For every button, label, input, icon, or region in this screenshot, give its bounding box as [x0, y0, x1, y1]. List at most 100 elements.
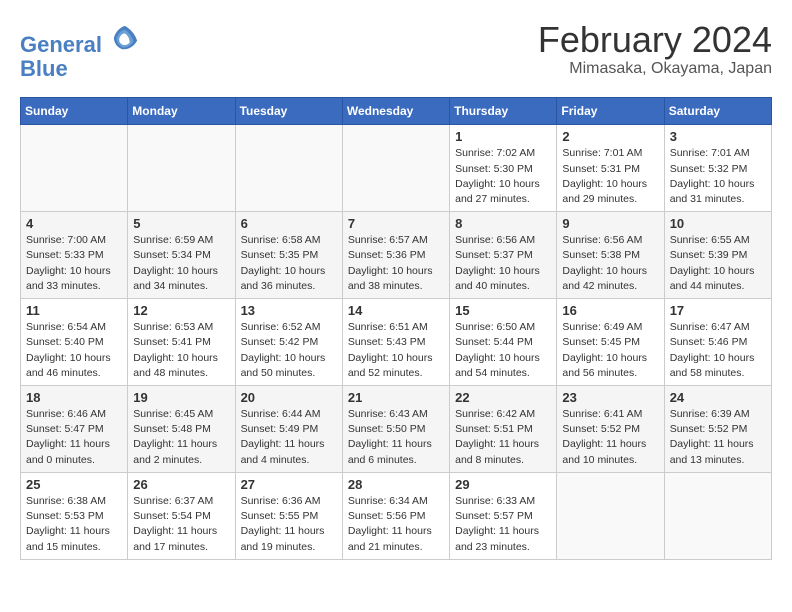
day-number: 18 — [26, 390, 122, 405]
day-info: Sunrise: 6:46 AMSunset: 5:47 PMDaylight:… — [26, 407, 122, 468]
day-number: 15 — [455, 303, 551, 318]
calendar-cell: 23 Sunrise: 6:41 AMSunset: 5:52 PMDayligh… — [557, 386, 664, 473]
calendar-cell: 5 Sunrise: 6:59 AMSunset: 5:34 PMDaylight… — [128, 212, 235, 299]
calendar-cell: 27Sunrise: 6:36 AMSunset: 5:55 PMDayligh… — [235, 472, 342, 559]
calendar-cell: 16 Sunrise: 6:49 AMSunset: 5:45 PMDayligh… — [557, 299, 664, 386]
calendar-cell: 7 Sunrise: 6:57 AMSunset: 5:36 PMDaylight… — [342, 212, 449, 299]
calendar-cell — [664, 472, 771, 559]
header-row: Sunday Monday Tuesday Wednesday Thursday… — [21, 98, 772, 125]
day-info: Sunrise: 6:52 AMSunset: 5:42 PMDaylight:… — [241, 320, 337, 381]
day-info: Sunrise: 6:36 AMSunset: 5:55 PMDaylight:… — [241, 494, 337, 555]
day-info: Sunrise: 6:45 AMSunset: 5:48 PMDaylight:… — [133, 407, 229, 468]
day-info: Sunrise: 6:59 AMSunset: 5:34 PMDaylight:… — [133, 233, 229, 294]
calendar-cell — [342, 125, 449, 212]
day-info: Sunrise: 6:49 AMSunset: 5:45 PMDaylight:… — [562, 320, 658, 381]
day-info: Sunrise: 6:41 AMSunset: 5:52 PMDaylight:… — [562, 407, 658, 468]
calendar-cell: 14 Sunrise: 6:51 AMSunset: 5:43 PMDayligh… — [342, 299, 449, 386]
calendar-table: Sunday Monday Tuesday Wednesday Thursday… — [20, 97, 772, 559]
logo-subtext: Blue — [20, 57, 139, 81]
calendar-cell — [235, 125, 342, 212]
calendar-cell: 19 Sunrise: 6:45 AMSunset: 5:48 PMDayligh… — [128, 386, 235, 473]
day-number: 26 — [133, 477, 229, 492]
day-number: 13 — [241, 303, 337, 318]
calendar-cell: 18 Sunrise: 6:46 AMSunset: 5:47 PMDayligh… — [21, 386, 128, 473]
day-info: Sunrise: 6:47 AMSunset: 5:46 PMDaylight:… — [670, 320, 766, 381]
calendar-cell: 28 Sunrise: 6:34 AMSunset: 5:56 PMDayligh… — [342, 472, 449, 559]
day-number: 7 — [348, 216, 444, 231]
day-number: 22 — [455, 390, 551, 405]
day-number: 3 — [670, 129, 766, 144]
day-number: 19 — [133, 390, 229, 405]
calendar-cell: 9 Sunrise: 6:56 AMSunset: 5:38 PMDaylight… — [557, 212, 664, 299]
day-info: Sunrise: 6:33 AMSunset: 5:57 PMDaylight:… — [455, 494, 551, 555]
calendar-cell: 2 Sunrise: 7:01 AMSunset: 5:31 PMDaylight… — [557, 125, 664, 212]
col-saturday: Saturday — [664, 98, 771, 125]
calendar-week-4: 25 Sunrise: 6:38 AMSunset: 5:53 PMDayligh… — [21, 472, 772, 559]
day-info: Sunrise: 6:44 AMSunset: 5:49 PMDaylight:… — [241, 407, 337, 468]
day-info: Sunrise: 6:34 AMSunset: 5:56 PMDaylight:… — [348, 494, 444, 555]
calendar-cell — [557, 472, 664, 559]
day-info: Sunrise: 6:56 AMSunset: 5:38 PMDaylight:… — [562, 233, 658, 294]
day-number: 14 — [348, 303, 444, 318]
day-info: Sunrise: 6:57 AMSunset: 5:36 PMDaylight:… — [348, 233, 444, 294]
day-number: 28 — [348, 477, 444, 492]
col-wednesday: Wednesday — [342, 98, 449, 125]
day-info: Sunrise: 7:00 AMSunset: 5:33 PMDaylight:… — [26, 233, 122, 294]
day-number: 25 — [26, 477, 122, 492]
day-number: 21 — [348, 390, 444, 405]
calendar-cell: 11 Sunrise: 6:54 AMSunset: 5:40 PMDayligh… — [21, 299, 128, 386]
day-info: Sunrise: 6:55 AMSunset: 5:39 PMDaylight:… — [670, 233, 766, 294]
calendar-cell: 15 Sunrise: 6:50 AMSunset: 5:44 PMDayligh… — [450, 299, 557, 386]
day-number: 17 — [670, 303, 766, 318]
day-info: Sunrise: 6:56 AMSunset: 5:37 PMDaylight:… — [455, 233, 551, 294]
day-info: Sunrise: 6:50 AMSunset: 5:44 PMDaylight:… — [455, 320, 551, 381]
calendar-week-3: 18 Sunrise: 6:46 AMSunset: 5:47 PMDayligh… — [21, 386, 772, 473]
month-title: February 2024 — [538, 20, 772, 60]
calendar-cell: 22 Sunrise: 6:42 AMSunset: 5:51 PMDayligh… — [450, 386, 557, 473]
day-info: Sunrise: 7:01 AMSunset: 5:31 PMDaylight:… — [562, 146, 658, 207]
day-info: Sunrise: 7:01 AMSunset: 5:32 PMDaylight:… — [670, 146, 766, 207]
calendar-cell: 8 Sunrise: 6:56 AMSunset: 5:37 PMDaylight… — [450, 212, 557, 299]
calendar-cell — [21, 125, 128, 212]
day-number: 5 — [133, 216, 229, 231]
col-sunday: Sunday — [21, 98, 128, 125]
calendar-cell: 3 Sunrise: 7:01 AMSunset: 5:32 PMDaylight… — [664, 125, 771, 212]
day-number: 29 — [455, 477, 551, 492]
day-info: Sunrise: 7:02 AMSunset: 5:30 PMDaylight:… — [455, 146, 551, 207]
day-number: 10 — [670, 216, 766, 231]
day-number: 4 — [26, 216, 122, 231]
calendar-cell: 21 Sunrise: 6:43 AMSunset: 5:50 PMDayligh… — [342, 386, 449, 473]
calendar-cell: 4 Sunrise: 7:00 AMSunset: 5:33 PMDaylight… — [21, 212, 128, 299]
day-info: Sunrise: 6:42 AMSunset: 5:51 PMDaylight:… — [455, 407, 551, 468]
calendar-week-1: 4 Sunrise: 7:00 AMSunset: 5:33 PMDaylight… — [21, 212, 772, 299]
col-thursday: Thursday — [450, 98, 557, 125]
day-number: 1 — [455, 129, 551, 144]
calendar-cell: 20 Sunrise: 6:44 AMSunset: 5:49 PMDayligh… — [235, 386, 342, 473]
calendar-cell: 1 Sunrise: 7:02 AMSunset: 5:30 PMDaylight… — [450, 125, 557, 212]
day-number: 24 — [670, 390, 766, 405]
day-info: Sunrise: 6:37 AMSunset: 5:54 PMDaylight:… — [133, 494, 229, 555]
day-number: 20 — [241, 390, 337, 405]
calendar-cell: 17 Sunrise: 6:47 AMSunset: 5:46 PMDayligh… — [664, 299, 771, 386]
calendar-cell: 13 Sunrise: 6:52 AMSunset: 5:42 PMDayligh… — [235, 299, 342, 386]
day-number: 2 — [562, 129, 658, 144]
calendar-week-2: 11 Sunrise: 6:54 AMSunset: 5:40 PMDayligh… — [21, 299, 772, 386]
day-number: 8 — [455, 216, 551, 231]
col-tuesday: Tuesday — [235, 98, 342, 125]
calendar-cell: 12Sunrise: 6:53 AMSunset: 5:41 PMDayligh… — [128, 299, 235, 386]
day-info: Sunrise: 6:54 AMSunset: 5:40 PMDaylight:… — [26, 320, 122, 381]
day-info: Sunrise: 6:58 AMSunset: 5:35 PMDaylight:… — [241, 233, 337, 294]
day-number: 23 — [562, 390, 658, 405]
logo-text: General — [20, 28, 139, 57]
day-number: 9 — [562, 216, 658, 231]
logo-icon — [111, 24, 139, 52]
col-monday: Monday — [128, 98, 235, 125]
logo: General Blue — [20, 28, 139, 81]
calendar-week-0: 1 Sunrise: 7:02 AMSunset: 5:30 PMDaylight… — [21, 125, 772, 212]
day-info: Sunrise: 6:38 AMSunset: 5:53 PMDaylight:… — [26, 494, 122, 555]
day-number: 11 — [26, 303, 122, 318]
day-info: Sunrise: 6:51 AMSunset: 5:43 PMDaylight:… — [348, 320, 444, 381]
calendar-cell: 6Sunrise: 6:58 AMSunset: 5:35 PMDaylight… — [235, 212, 342, 299]
day-number: 16 — [562, 303, 658, 318]
day-info: Sunrise: 6:43 AMSunset: 5:50 PMDaylight:… — [348, 407, 444, 468]
